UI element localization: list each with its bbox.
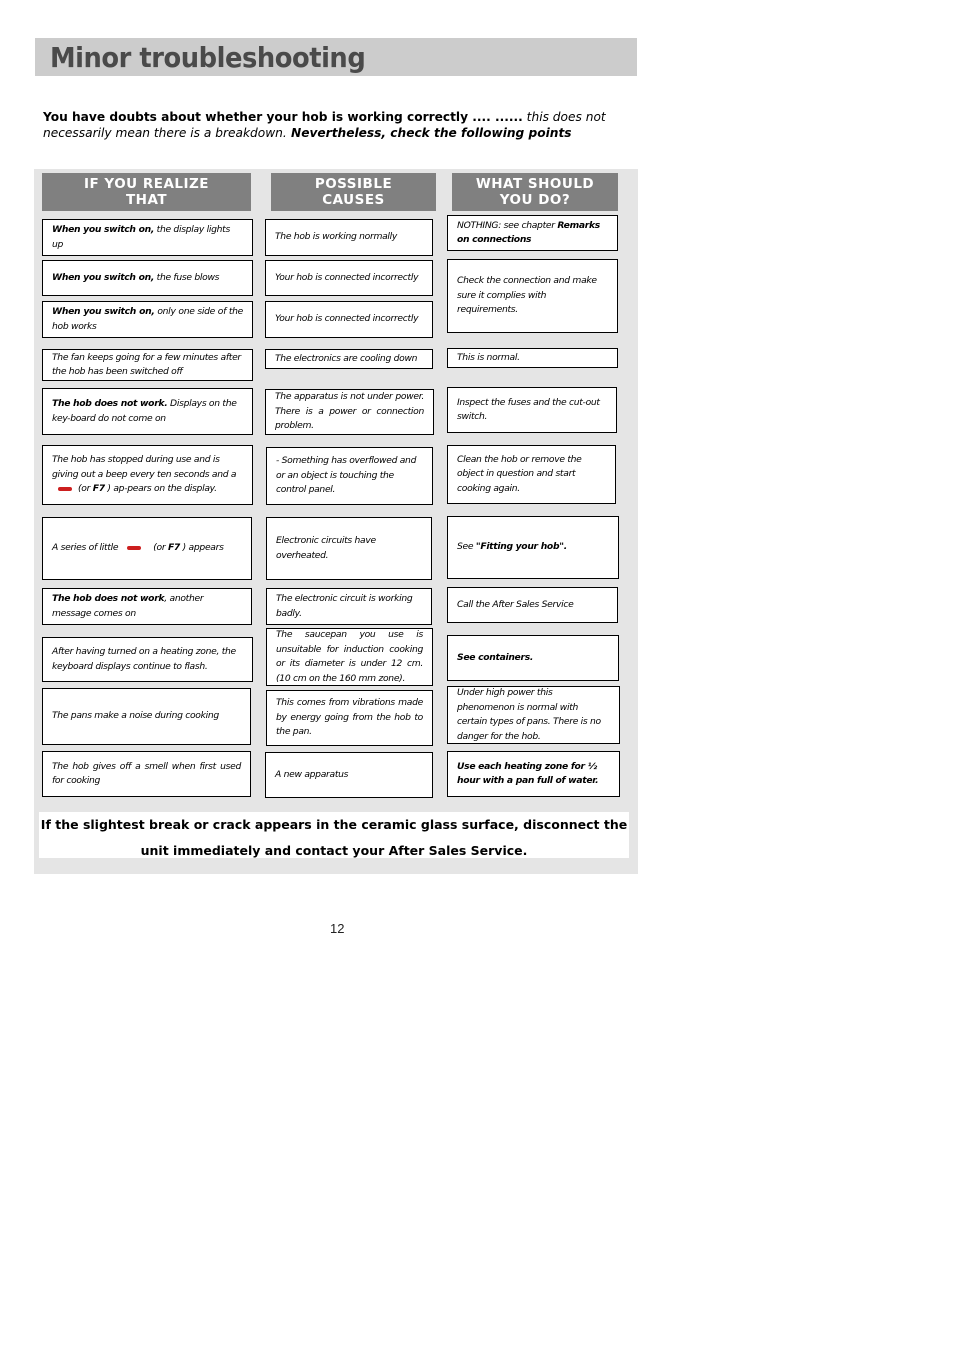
header-line: YOU DO? bbox=[499, 192, 571, 208]
symptom-text: After having turned on a heating zone, t… bbox=[52, 646, 236, 672]
header-possible-causes: POSSIBLE CAUSES bbox=[271, 173, 436, 211]
symptom-text: the fuse blows bbox=[154, 271, 220, 283]
symptom-text: The fan keeps going for a few minutes af… bbox=[52, 351, 241, 378]
action-cell: See containers. bbox=[447, 635, 619, 681]
cause-cell: - Something has overflowed and or an obj… bbox=[266, 447, 433, 505]
intro-paragraph: You have doubts about whether your hob i… bbox=[43, 109, 643, 141]
symptom-cell: After having turned on a heating zone, t… bbox=[42, 637, 253, 682]
cause-cell: The apparatus is not under power. There … bbox=[265, 389, 434, 435]
symptom-cell: The fan keeps going for a few minutes af… bbox=[42, 349, 253, 381]
action-cell: NOTHING: see chapter Remarks on connecti… bbox=[447, 215, 618, 251]
cause-cell: A new apparatus bbox=[265, 752, 433, 798]
symptom-cell: The hob gives off a smell when first use… bbox=[42, 751, 251, 797]
cause-text: Electronic circuits have overheated. bbox=[276, 535, 376, 561]
action-cell: Inspect the fuses and the cut-out switch… bbox=[447, 387, 617, 433]
action-cell: Under high power this phenomenon is norm… bbox=[447, 686, 620, 744]
action-bold: See containers. bbox=[457, 651, 534, 663]
cause-cell: Electronic circuits have overheated. bbox=[266, 517, 432, 580]
cause-text: Your hob is connected incorrectly bbox=[275, 313, 419, 325]
cause-cell: Your hob is connected incorrectly bbox=[265, 301, 433, 338]
page-title: Minor troubleshooting bbox=[50, 41, 366, 74]
cause-cell: Your hob is connected incorrectly bbox=[265, 260, 433, 296]
cause-cell: The electronics are cooling down bbox=[265, 349, 433, 369]
symptom-cell: The hob does not work. Displays on the k… bbox=[42, 388, 253, 435]
page-number: 12 bbox=[330, 921, 345, 936]
action-cell: See "Fitting your hob". bbox=[447, 516, 619, 579]
action-text: Clean the hob or remove the object in qu… bbox=[457, 453, 582, 494]
warning-line: unit immediately and contact your After … bbox=[140, 843, 528, 858]
symptom-text: A series of little bbox=[52, 542, 119, 554]
header-line: WHAT SHOULD bbox=[475, 176, 595, 192]
action-cell: This is normal. bbox=[447, 348, 618, 368]
symptom-cell: When you switch on, only one side of the… bbox=[42, 301, 253, 338]
cause-text: The electronic circuit is working badly. bbox=[276, 593, 413, 619]
action-text: Inspect the fuses and the cut-out switch… bbox=[457, 396, 600, 423]
symptom-text: (or bbox=[78, 483, 91, 495]
cause-cell: This comes from vibrations made by energ… bbox=[266, 690, 433, 746]
header-what-should-you-do: WHAT SHOULD YOU DO? bbox=[452, 173, 618, 211]
intro-bold: You have doubts about whether your hob i… bbox=[43, 110, 523, 124]
header-line: CAUSES bbox=[322, 192, 385, 208]
intro-bold-italic: Nevertheless, check the following points bbox=[286, 126, 572, 140]
action-cell: Check the connection and make sure it co… bbox=[447, 259, 618, 333]
action-bold: "Fitting your hob". bbox=[475, 541, 567, 553]
cause-text: The apparatus is not under power. There … bbox=[275, 391, 424, 432]
action-text: Call the After Sales Service bbox=[457, 598, 574, 610]
error-code: F7 bbox=[92, 483, 105, 495]
cause-text: - Something has overflowed and or an obj… bbox=[276, 455, 417, 496]
symptom-cell: The hob has stopped during use and is gi… bbox=[42, 445, 253, 505]
symptom-cell: A series of little (or F7 ) appears bbox=[42, 517, 252, 580]
symptom-cell: When you switch on, the fuse blows bbox=[42, 260, 253, 296]
error-dash-icon bbox=[127, 545, 142, 550]
error-code: F7 bbox=[167, 542, 181, 554]
action-text: This is normal. bbox=[457, 351, 520, 363]
cause-text: The saucepan you use is unsuitable for i… bbox=[276, 629, 423, 684]
cause-text: Your hob is connected incorrectly bbox=[275, 271, 419, 283]
action-cell: Clean the hob or remove the object in qu… bbox=[447, 445, 616, 504]
header-if-you-realize: IF YOU REALIZE THAT bbox=[42, 173, 251, 211]
cause-cell: The saucepan you use is unsuitable for i… bbox=[266, 628, 433, 686]
action-text: See bbox=[457, 541, 476, 553]
header-line: IF YOU REALIZE bbox=[83, 176, 210, 192]
symptom-bold: The hob does not work. bbox=[52, 398, 168, 409]
cause-text: A new apparatus bbox=[275, 768, 349, 780]
action-cell: Call the After Sales Service bbox=[447, 587, 618, 623]
title-bar: Minor troubleshooting bbox=[35, 38, 637, 76]
symptom-text: The pans make a noise during cooking bbox=[52, 710, 219, 722]
warning-line: If the slightest break or crack appears … bbox=[40, 817, 628, 832]
troubleshooting-panel: IF YOU REALIZE THAT POSSIBLE CAUSES WHAT S… bbox=[34, 169, 638, 874]
cause-cell: The electronic circuit is working badly. bbox=[266, 588, 432, 625]
symptom-text: The hob has stopped during use and is gi… bbox=[52, 454, 237, 480]
safety-warning: If the slightest break or crack appears … bbox=[39, 812, 629, 858]
symptom-bold: When you switch on, bbox=[52, 306, 155, 317]
cause-text: The hob is working normally bbox=[275, 231, 398, 243]
error-dash-icon bbox=[58, 486, 72, 491]
symptom-cell: When you switch on, the display lights u… bbox=[42, 219, 253, 256]
symptom-cell: The pans make a noise during cooking bbox=[42, 688, 251, 745]
symptom-text: (or bbox=[153, 542, 166, 554]
symptom-cell: The hob does not work, another message c… bbox=[42, 588, 252, 625]
action-text: Under high power this phenomenon is norm… bbox=[457, 687, 601, 742]
action-cell: Use each heating zone for ½ hour with a … bbox=[447, 751, 620, 797]
symptom-text: ) ap-pears on the display. bbox=[107, 483, 217, 495]
symptom-bold: The hob does not work bbox=[52, 593, 165, 604]
symptom-text: ) appears bbox=[182, 542, 224, 554]
action-text: NOTHING: see chapter bbox=[457, 219, 558, 231]
symptom-bold: When you switch on, bbox=[52, 224, 155, 235]
symptom-text: The hob gives off a smell when first use… bbox=[52, 760, 241, 787]
cause-text: This comes from vibrations made by energ… bbox=[276, 697, 423, 738]
header-line: POSSIBLE bbox=[314, 176, 393, 192]
cause-cell: The hob is working normally bbox=[265, 219, 433, 256]
symptom-bold: When you switch on, bbox=[52, 271, 155, 283]
action-text: Check the connection and make sure it co… bbox=[457, 275, 597, 316]
cause-text: The electronics are cooling down bbox=[275, 352, 418, 364]
action-bold: Use each heating zone for ½ hour with a … bbox=[457, 760, 599, 787]
header-line: THAT bbox=[125, 192, 168, 208]
